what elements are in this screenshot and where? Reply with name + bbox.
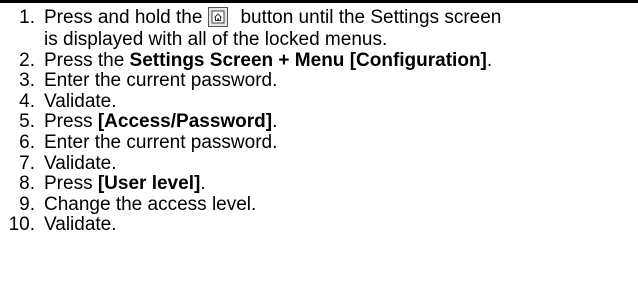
step-number: 8. bbox=[19, 173, 35, 195]
step-text: . bbox=[486, 49, 493, 71]
step-text: Validate. bbox=[44, 152, 117, 174]
step-number: 9. bbox=[19, 193, 35, 215]
step-number: 10. bbox=[8, 214, 35, 236]
step-8: 8. Press [User level]. bbox=[0, 173, 638, 195]
step-number: 4. bbox=[19, 90, 35, 112]
step-bold-text: [User level] bbox=[97, 173, 201, 195]
step-1: 1. Press and hold the button until the Se… bbox=[0, 6, 638, 51]
step-text: . bbox=[200, 173, 206, 195]
step-text: Press bbox=[44, 111, 98, 133]
step-6: 6. Enter the current password. bbox=[0, 131, 638, 154]
step-4: 4. Validate. bbox=[0, 90, 638, 113]
step-number: 2. bbox=[19, 49, 35, 71]
step-number: 3. bbox=[19, 70, 35, 92]
step-text: Press the bbox=[44, 49, 130, 71]
step-text: Validate. bbox=[44, 90, 117, 112]
step-text: is displayed with all of the locked menu… bbox=[44, 29, 388, 50]
step-7: 7. Validate. bbox=[0, 152, 638, 175]
step-text: Validate. bbox=[44, 214, 117, 236]
step-text: Press and hold the bbox=[44, 7, 203, 28]
step-3: 3. Enter the current password. bbox=[0, 70, 638, 92]
step-number: 7. bbox=[19, 152, 35, 174]
step-number: 1. bbox=[19, 7, 35, 28]
step-9: 9. Change the access level. bbox=[0, 193, 638, 216]
step-text: button until the Settings screen bbox=[240, 7, 502, 28]
step-number: 5. bbox=[19, 111, 35, 133]
step-text: Change the access level. bbox=[44, 193, 257, 215]
top-rule bbox=[0, 0, 638, 3]
step-bold-text: [Access/Password] bbox=[97, 111, 273, 133]
step-number: 6. bbox=[19, 131, 35, 153]
instruction-list: 1. Press and hold the button until the Se… bbox=[0, 6, 638, 236]
home-button-icon bbox=[208, 7, 229, 27]
step-5: 5. Press [Access/Password]. bbox=[0, 112, 638, 133]
step-text: Press bbox=[44, 173, 98, 195]
step-2: 2. Press the Settings Screen + Menu [Con… bbox=[0, 49, 638, 72]
step-text: . bbox=[272, 111, 278, 133]
step-text: Enter the current password. bbox=[44, 70, 278, 92]
step-text: Enter the current password. bbox=[44, 131, 278, 153]
step-10: 10. Validate. bbox=[0, 215, 638, 236]
step-bold-text: Settings Screen + Menu [Configuration] bbox=[129, 49, 487, 71]
